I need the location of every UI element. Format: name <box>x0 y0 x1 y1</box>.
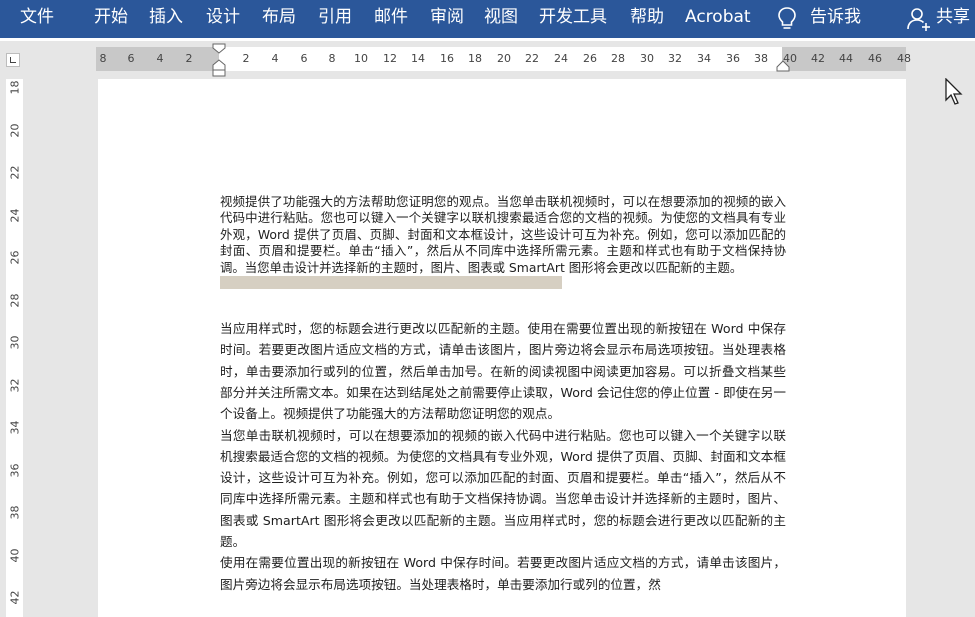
vertical-ruler-tick-label: 30 <box>8 335 21 350</box>
vertical-ruler-tick-label: 18 <box>8 80 21 95</box>
vertical-ruler-tick-label: 34 <box>8 420 21 435</box>
document-page[interactable]: 视频提供了功能强大的方法帮助您证明您的观点。当您单击联机视频时，可以在想要添加的… <box>98 79 906 617</box>
ruler-tick-label: 8 <box>328 52 336 65</box>
tab-view[interactable]: 视图 <box>484 0 518 36</box>
ruler-tick-label: 44 <box>839 52 853 65</box>
vertical-ruler-tick-label: 40 <box>8 548 21 562</box>
share-button[interactable]: 共享 <box>936 0 970 36</box>
paragraph-3[interactable]: 当您单击联机视频时，可以在想要添加的视频的嵌入代码中进行粘贴。您也可以键入一个关… <box>220 425 786 553</box>
tab-layout[interactable]: 布局 <box>262 0 296 36</box>
tab-stop-selector[interactable] <box>6 53 20 67</box>
paragraph-4[interactable]: 使用在需要位置出现的新按钮在 Word 中保存时间。若要更改图片适应文档的方式，… <box>220 552 786 595</box>
horizontal-ruler[interactable]: 8 6 4 2 2 4 6 8 10 12 14 16 18 20 22 24 26 28 30 32 34 36 38 40… <box>96 43 911 77</box>
ruler-tick-label: 4 <box>271 52 279 65</box>
ruler-tick-label: 14 <box>411 52 425 65</box>
paragraph-2[interactable]: 当应用样式时，您的标题会进行更改以匹配新的主题。使用在需要位置出现的新按钮在 W… <box>220 318 786 424</box>
vertical-ruler-tick-label: 38 <box>8 505 21 520</box>
ruler-tick-label: 42 <box>811 52 825 65</box>
document-body[interactable]: 视频提供了功能强大的方法帮助您证明您的观点。当您单击联机视频时，可以在想要添加的… <box>220 194 786 595</box>
paragraph-1[interactable]: 视频提供了功能强大的方法帮助您证明您的观点。当您单击联机视频时，可以在想要添加的… <box>220 194 786 276</box>
indent-markers-icon[interactable] <box>212 43 226 77</box>
tab-mailings[interactable]: 邮件 <box>374 0 408 36</box>
ruler-tick-label: 30 <box>640 52 654 65</box>
ruler-tick-label: 18 <box>468 52 482 65</box>
vertical-ruler-tick-label: 26 <box>8 250 21 265</box>
vertical-ruler-tick-label: 36 <box>8 463 21 477</box>
vertical-ruler-tick-label: 28 <box>8 293 21 307</box>
ruler-tick-label: 20 <box>497 52 511 65</box>
ruler-tick-label: 6 <box>127 52 135 65</box>
tab-acrobat[interactable]: Acrobat <box>685 0 751 36</box>
ruler-tick-label: 28 <box>611 52 625 65</box>
ruler-tick-label: 36 <box>726 52 740 65</box>
lightbulb-icon[interactable] <box>777 6 797 36</box>
vertical-ruler[interactable]: 18 20 22 24 26 28 30 32 34 36 38 40 42 <box>6 79 23 617</box>
tell-me-box[interactable]: 告诉我 <box>810 0 861 36</box>
ruler-tick-label: 46 <box>868 52 882 65</box>
ruler-tick-label: 10 <box>354 52 368 65</box>
vertical-ruler-tick-label: 20 <box>8 123 21 137</box>
share-person-icon[interactable] <box>906 6 932 36</box>
vertical-ruler-tick-label: 42 <box>8 590 21 605</box>
vertical-ruler-tick-label: 32 <box>8 378 21 392</box>
ruler-tick-label: 26 <box>583 52 597 65</box>
ruler-tick-label: 32 <box>668 52 682 65</box>
ruler-tick-label: 6 <box>300 52 308 65</box>
highlighted-empty-line <box>220 276 562 290</box>
ruler-tick-label: 34 <box>697 52 711 65</box>
tab-help[interactable]: 帮助 <box>630 0 664 36</box>
tab-home[interactable]: 开始 <box>94 0 128 36</box>
vertical-ruler-tick-label: 22 <box>8 165 21 180</box>
mouse-pointer-icon <box>945 78 963 105</box>
ruler-tick-label: 2 <box>242 52 250 65</box>
ruler-tick-label: 16 <box>440 52 454 65</box>
ruler-tick-label: 38 <box>754 52 768 65</box>
tab-review[interactable]: 审阅 <box>430 0 464 36</box>
right-indent-icon[interactable] <box>776 59 790 73</box>
ruler-tick-label: 48 <box>897 52 911 65</box>
ruler-bar: 8 6 4 2 2 4 6 8 10 12 14 16 18 20 22 24 26 28 30 32 34 36 38 40… <box>0 41 975 77</box>
ruler-tick-label: 4 <box>156 52 164 65</box>
ruler-tick-label: 24 <box>554 52 568 65</box>
ruler-tick-label: 22 <box>525 52 539 65</box>
tab-design[interactable]: 设计 <box>206 0 240 36</box>
tab-references[interactable]: 引用 <box>318 0 352 36</box>
ruler-tick-label: 8 <box>99 52 107 65</box>
ruler-tick-label: 2 <box>185 52 193 65</box>
ruler-tick-label: 12 <box>383 52 397 65</box>
ribbon-tab-bar: 文件 开始 插入 设计 布局 引用 邮件 审阅 视图 开发工具 帮助 Acrob… <box>0 0 975 38</box>
tab-file[interactable]: 文件 <box>20 0 54 36</box>
tab-insert[interactable]: 插入 <box>149 0 183 36</box>
tab-developer[interactable]: 开发工具 <box>539 0 607 36</box>
vertical-ruler-tick-label: 24 <box>8 208 21 222</box>
